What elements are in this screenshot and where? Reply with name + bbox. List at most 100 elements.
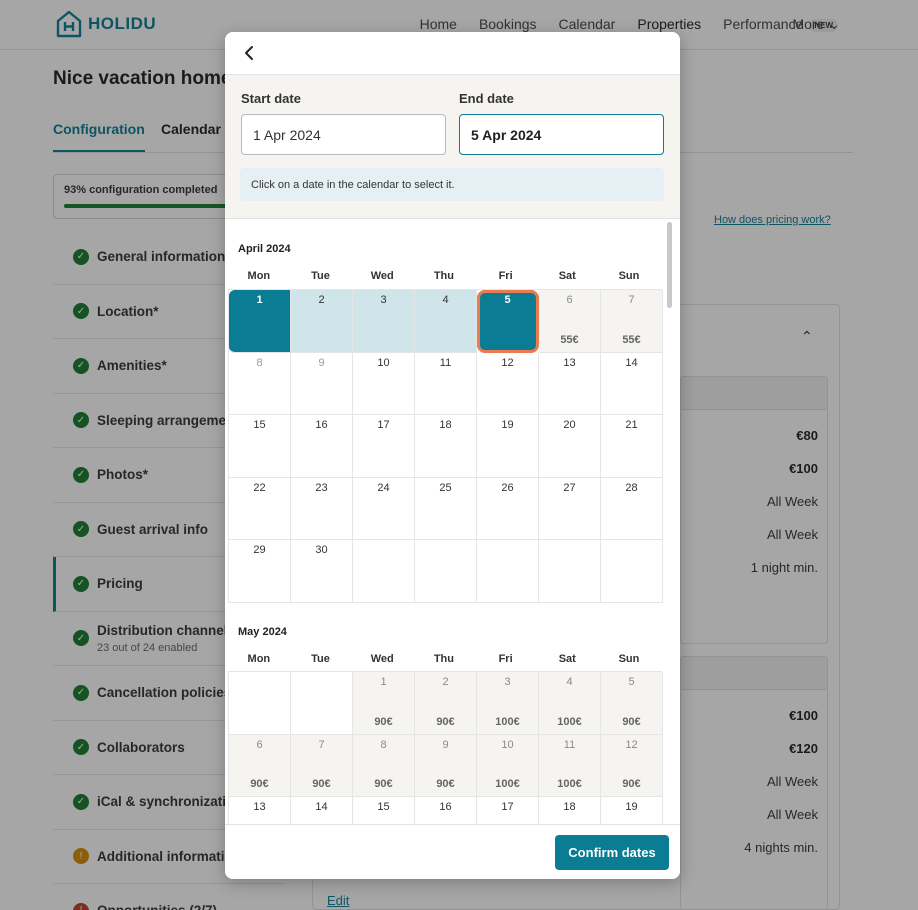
calendar-day[interactable]: 22 [229,477,291,540]
day-number: 14 [625,356,638,369]
calendar-day[interactable]: 15 [229,415,291,478]
calendar-grid: 1 90€ 2 90€ 3 100€ 4 100€ 5 90€ 6 90€ 7 90€ 8 90€ 9 90€ 10… [228,671,663,824]
day-number: 7 [628,294,635,306]
day-number: 13 [563,356,576,369]
calendar-day[interactable]: 21 [601,415,663,478]
day-number: 11 [439,356,452,369]
calendar-day[interactable]: 11 [415,352,477,415]
calendar-day[interactable]: 9 90€ [415,734,477,797]
calendar-day[interactable]: 12 [477,352,539,415]
calendar-day[interactable]: 11 100€ [539,734,601,797]
day-number: 19 [625,801,638,813]
weekday-label: Sun [618,653,640,665]
day-price: 90€ [374,715,393,728]
calendar-day[interactable]: 26 [477,477,539,540]
calendar-scrollbar[interactable] [667,222,672,308]
calendar-day[interactable]: 3 100€ [477,672,539,735]
calendar-day[interactable]: 6 90€ [229,734,291,797]
calendar-day[interactable]: 13 [539,352,601,415]
calendar-day[interactable]: 3 [353,290,415,353]
day-price: 90€ [436,715,455,728]
weekday-label: Wed [370,270,394,282]
day-number: 8 [256,356,263,369]
calendar-day[interactable]: 29 [229,540,291,603]
day-price: 55€ [560,333,579,346]
calendar-day[interactable]: 16 [415,797,477,824]
calendar-day[interactable]: 28 [601,477,663,540]
weekday-label: Thu [433,270,454,282]
calendar-day[interactable]: 30 [291,540,353,603]
chevron-left-icon [245,46,253,60]
calendar-day[interactable]: 14 [291,797,353,824]
weekday-label: Fri [498,653,513,665]
weekday-label: Sun [618,270,640,282]
calendar-day[interactable]: 13 [229,797,291,824]
calendar-day[interactable]: 4 [415,290,477,353]
calendar-day[interactable]: 25 [415,477,477,540]
day-number: 1 [380,676,387,688]
day-number: 19 [501,419,514,431]
calendar-day[interactable]: 23 [291,477,353,540]
day-number: 12 [501,356,514,369]
calendar-day[interactable]: 2 [291,290,353,353]
calendar-day[interactable]: 9 [291,352,353,415]
calendar-day[interactable]: 18 [415,415,477,478]
calendar-day[interactable]: 20 [539,415,601,478]
calendar-empty-cell [539,540,601,603]
calendar-day[interactable]: 17 [353,415,415,478]
calendar-day[interactable]: 5 90€ [601,672,663,735]
day-number: 22 [253,481,266,494]
day-price: 90€ [622,778,641,790]
back-button[interactable] [237,41,261,65]
day-number: 4 [566,676,573,688]
day-number: 3 [380,294,387,306]
weekday-label: Fri [498,270,513,282]
calendar-grid: 1 2 3 4 5 6 55€ 7 55€ 8 9 10 11 12 13 14 15 16 17 18 19 20 21 2… [228,289,663,603]
calendar-day[interactable]: 10 [353,352,415,415]
day-number: 6 [256,738,263,751]
day-number: 4 [442,294,449,306]
calendar-day[interactable]: 4 100€ [539,672,601,735]
calendar-day[interactable]: 24 [353,477,415,540]
start-date-input[interactable] [241,114,446,155]
calendar-day[interactable]: 17 [477,797,539,824]
end-date-input[interactable] [459,114,664,155]
day-number: 28 [625,481,638,494]
calendar-day[interactable]: 8 90€ [353,734,415,797]
day-number: 13 [253,801,266,813]
calendar-day[interactable]: 6 55€ [539,290,601,353]
day-number: 24 [377,481,390,494]
day-number: 10 [501,738,514,751]
calendar-scroll-area[interactable]: April 2024 Mon Tue Wed Thu Fri Sat Sun 1 2 3 4 5 6 55€… [225,218,680,824]
day-price: 100€ [495,715,520,728]
day-number: 3 [504,676,511,688]
day-number: 26 [501,481,514,494]
calendar-day[interactable]: 8 [229,352,291,415]
calendar-empty-cell [291,672,353,735]
calendar-day[interactable]: 18 [539,797,601,824]
calendar-day[interactable]: 7 55€ [601,290,663,353]
day-price: 100€ [557,778,582,790]
weekday-label: Thu [433,653,454,665]
calendar-day[interactable]: 27 [539,477,601,540]
calendar-day[interactable]: 5 [477,290,539,353]
calendar-day[interactable]: 12 90€ [601,734,663,797]
day-number: 8 [380,738,387,751]
day-number: 15 [253,419,266,431]
calendar-day[interactable]: 1 [229,290,291,353]
date-picker-modal: Start date End date Click on a date in t… [225,32,680,879]
calendar-day[interactable]: 7 90€ [291,734,353,797]
calendar-day[interactable]: 15 [353,797,415,824]
calendar-day[interactable]: 19 [601,797,663,824]
month-title: May 2024 [238,626,287,638]
month-title: April 2024 [238,243,291,255]
day-number: 11 [563,738,576,751]
calendar-day[interactable]: 10 100€ [477,734,539,797]
calendar-day[interactable]: 1 90€ [353,672,415,735]
calendar-day[interactable]: 19 [477,415,539,478]
calendar-day[interactable]: 16 [291,415,353,478]
calendar-day[interactable]: 14 [601,352,663,415]
confirm-dates-button[interactable]: Confirm dates [555,835,669,870]
calendar-day[interactable]: 2 90€ [415,672,477,735]
calendar-hint: Click on a date in the calendar to selec… [240,168,664,201]
